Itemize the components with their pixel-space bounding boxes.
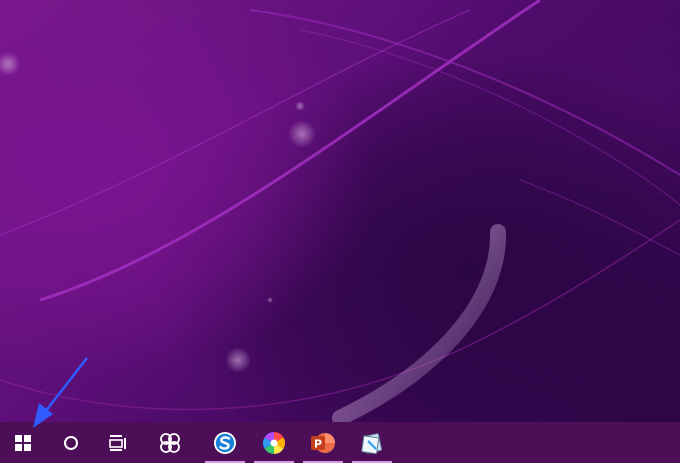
powerpoint-icon: P [311,432,335,453]
pinwheel-app-button[interactable] [150,422,190,463]
color-wheel-icon [263,431,285,454]
circle-search-icon [64,435,78,450]
task-view-icon [109,434,126,451]
s-logo-icon [214,431,236,454]
cortana-search-button[interactable] [51,422,91,463]
desktop-wallpaper [0,0,680,422]
start-button[interactable] [3,422,43,463]
photo-app-button[interactable] [254,422,294,463]
windows-logo-icon [15,434,31,451]
pinwheel-icon [160,432,180,453]
powerpoint-letter: P [314,437,322,450]
task-view-button[interactable] [99,422,139,463]
powerpoint-button[interactable]: P [303,422,343,463]
notes-app-button[interactable] [352,422,392,463]
sogou-browser-button[interactable] [205,422,245,463]
notebook-icon [361,432,383,454]
wallpaper-art [0,0,680,422]
taskbar: P [0,422,680,463]
